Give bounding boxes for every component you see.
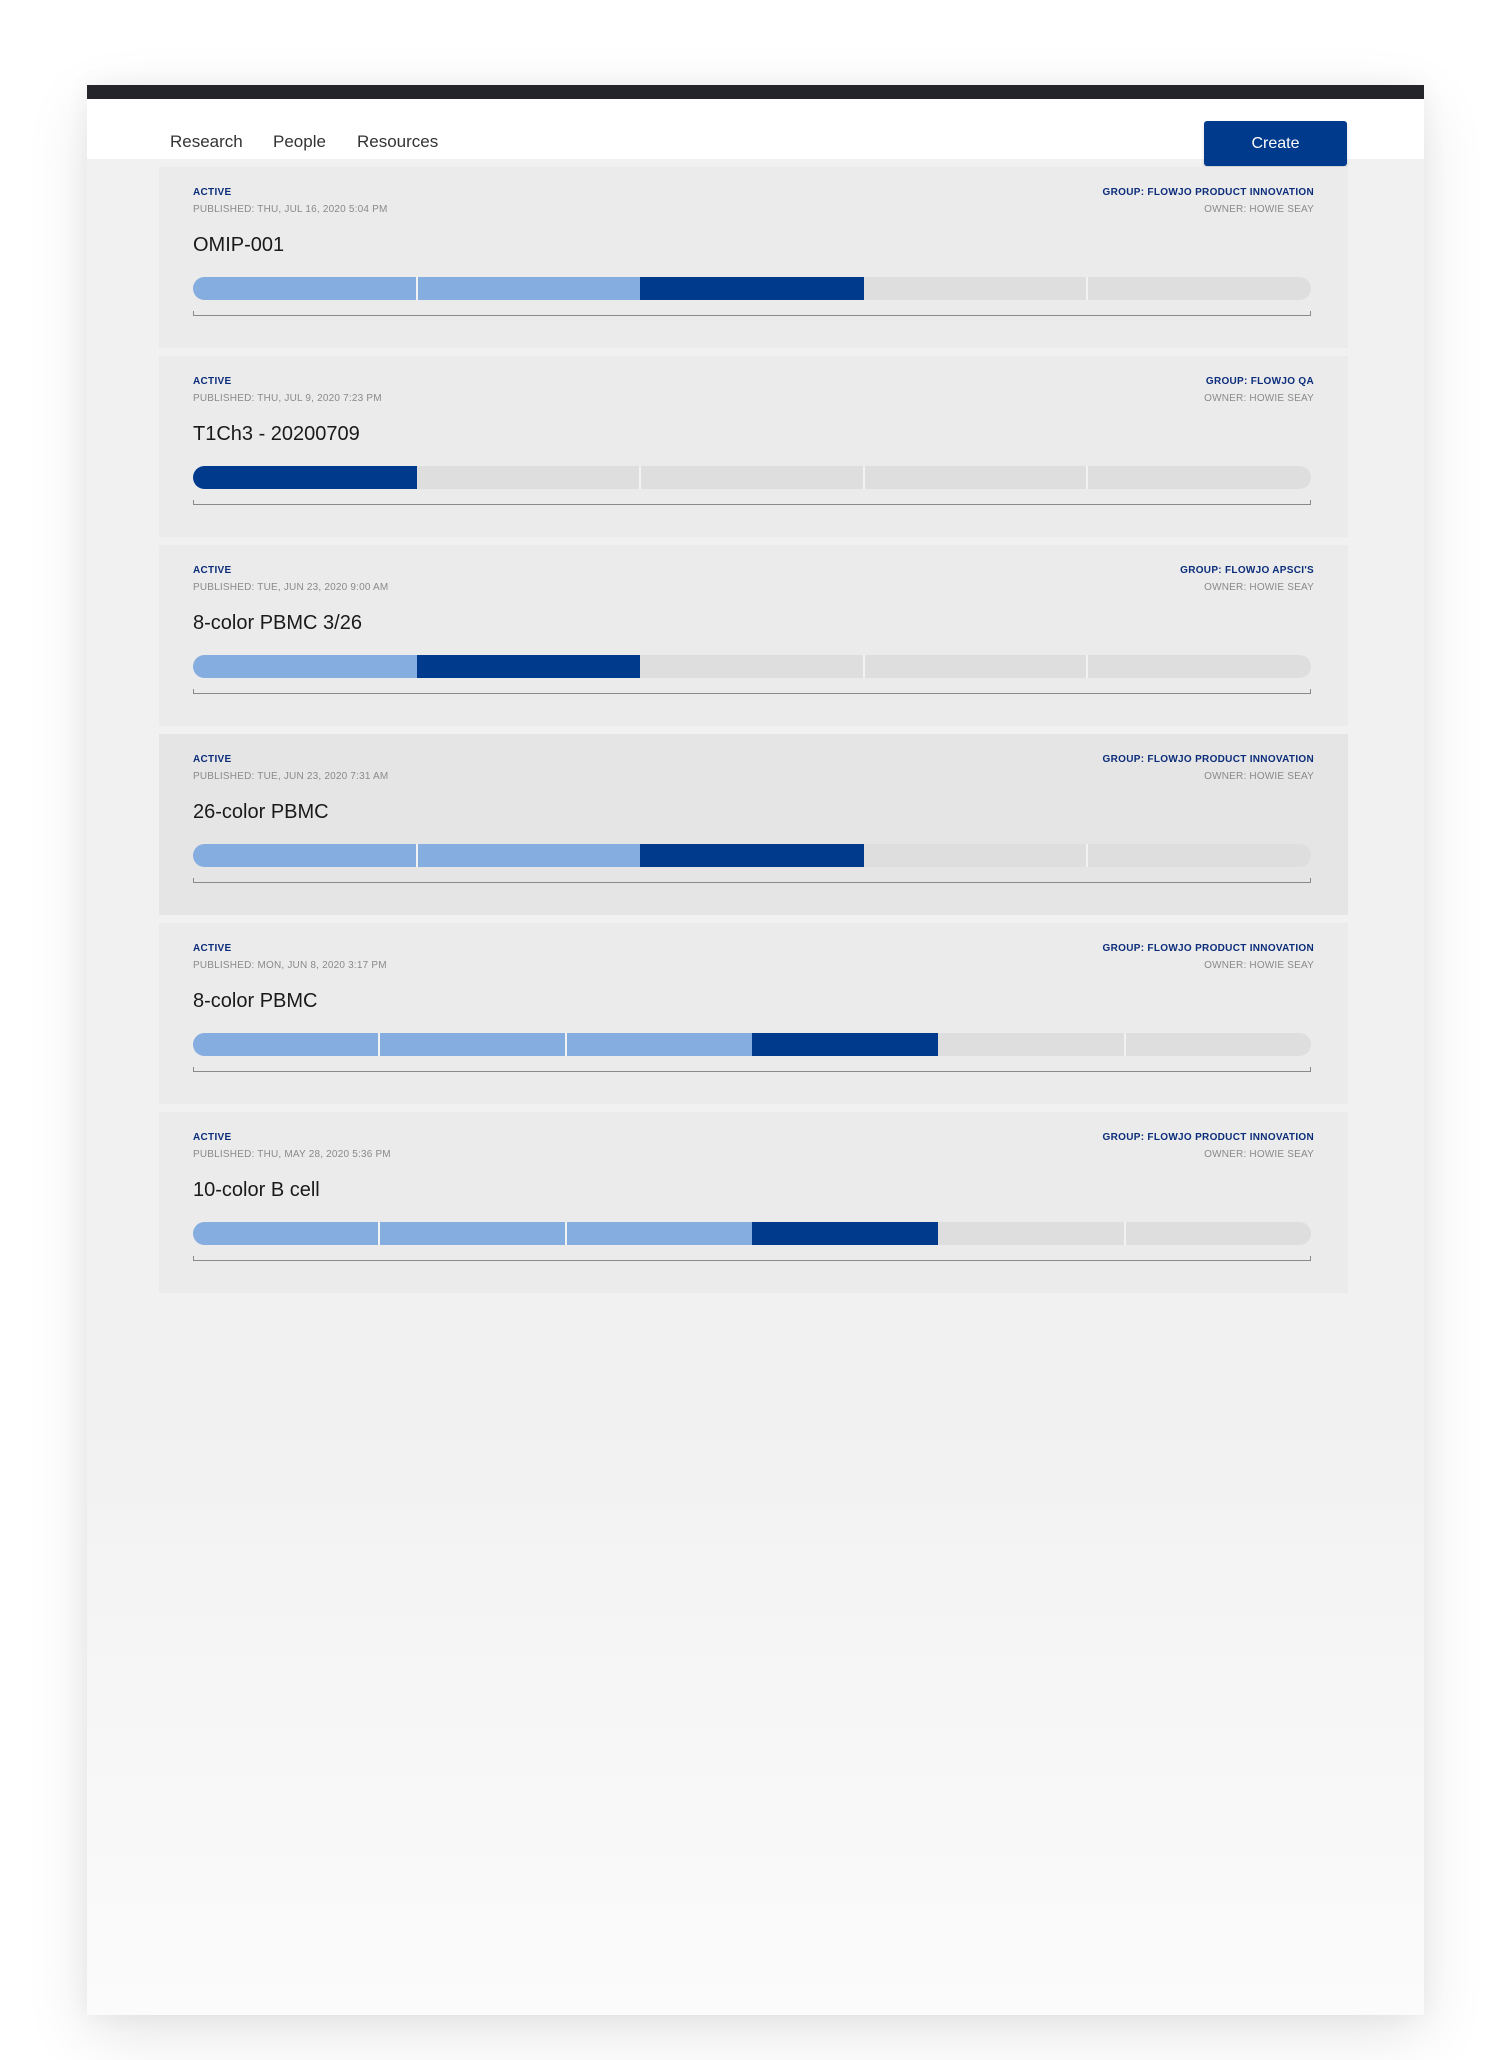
- current-step-segment: [752, 1222, 939, 1245]
- step-divider: [639, 466, 642, 489]
- progress-baseline: [193, 311, 1311, 316]
- completed-step-segment: [379, 1033, 566, 1056]
- step-divider: [1086, 844, 1089, 867]
- status-badge: ACTIVE: [193, 754, 232, 765]
- step-divider: [415, 844, 418, 867]
- completed-step-segment: [193, 1222, 380, 1245]
- published-date: PUBLISHED: THU, JUL 16, 2020 5:04 PM: [193, 204, 388, 215]
- window-top-bar: [87, 85, 1424, 99]
- step-divider: [1086, 466, 1089, 489]
- completed-step-segment: [565, 1033, 752, 1056]
- current-step-segment: [640, 844, 864, 867]
- progress-baseline: [193, 689, 1311, 694]
- experiment-title: 10-color B cell: [193, 1179, 320, 1201]
- current-step-segment: [640, 277, 864, 300]
- published-date: PUBLISHED: TUE, JUN 23, 2020 9:00 AM: [193, 582, 389, 593]
- owner-label: OWNER: HOWIE SEAY: [1204, 1149, 1314, 1160]
- progress-baseline: [193, 500, 1311, 505]
- progress-baseline: [193, 1256, 1311, 1261]
- step-divider: [378, 1033, 381, 1056]
- experiment-list: ACTIVE PUBLISHED: THU, JUL 16, 2020 5:04…: [159, 167, 1348, 1301]
- published-date: PUBLISHED: THU, MAY 28, 2020 5:36 PM: [193, 1149, 391, 1160]
- step-progress-bar: [193, 277, 1311, 300]
- experiment-card[interactable]: ACTIVE PUBLISHED: TUE, JUN 23, 2020 7:31…: [159, 734, 1348, 915]
- experiment-card[interactable]: ACTIVE PUBLISHED: THU, MAY 28, 2020 5:36…: [159, 1112, 1348, 1293]
- step-divider: [862, 655, 865, 678]
- experiment-card[interactable]: ACTIVE PUBLISHED: THU, JUL 16, 2020 5:04…: [159, 167, 1348, 348]
- published-date: PUBLISHED: TUE, JUN 23, 2020 7:31 AM: [193, 771, 389, 782]
- completed-step-segment: [379, 1222, 566, 1245]
- group-label: GROUP: FLOWJO QA: [1205, 376, 1314, 387]
- step-divider: [1086, 655, 1089, 678]
- experiment-title: T1Ch3 - 20200709: [193, 423, 360, 445]
- published-date: PUBLISHED: MON, JUN 8, 2020 3:17 PM: [193, 960, 387, 971]
- owner-label: OWNER: HOWIE SEAY: [1204, 582, 1314, 593]
- group-label: GROUP: FLOWJO PRODUCT INNOVATION: [1102, 187, 1314, 198]
- experiment-title: OMIP-001: [193, 234, 285, 256]
- current-step-segment: [752, 1033, 939, 1056]
- completed-step-segment: [193, 844, 417, 867]
- completed-step-segment: [416, 844, 641, 867]
- step-divider: [564, 1033, 567, 1056]
- step-divider: [378, 1222, 381, 1245]
- step-divider: [1123, 1222, 1126, 1245]
- nav-item-research[interactable]: Research: [170, 132, 243, 152]
- completed-step-segment: [193, 655, 417, 678]
- published-date: PUBLISHED: THU, JUL 9, 2020 7:23 PM: [193, 393, 382, 404]
- step-progress-bar: [193, 1222, 1311, 1245]
- progress-baseline: [193, 878, 1311, 883]
- completed-step-segment: [565, 1222, 752, 1245]
- group-label: GROUP: FLOWJO PRODUCT INNOVATION: [1102, 754, 1314, 765]
- owner-label: OWNER: HOWIE SEAY: [1204, 204, 1314, 215]
- experiment-card[interactable]: ACTIVE PUBLISHED: TUE, JUN 23, 2020 9:00…: [159, 545, 1348, 726]
- experiment-card[interactable]: ACTIVE PUBLISHED: THU, JUL 9, 2020 7:23 …: [159, 356, 1348, 537]
- step-divider: [415, 277, 418, 300]
- owner-label: OWNER: HOWIE SEAY: [1204, 771, 1314, 782]
- completed-step-segment: [193, 1033, 380, 1056]
- completed-step-segment: [193, 277, 417, 300]
- owner-label: OWNER: HOWIE SEAY: [1204, 393, 1314, 404]
- step-progress-bar: [193, 655, 1311, 678]
- completed-step-segment: [416, 277, 641, 300]
- group-label: GROUP: FLOWJO PRODUCT INNOVATION: [1102, 943, 1314, 954]
- current-step-segment: [193, 466, 417, 489]
- owner-label: OWNER: HOWIE SEAY: [1204, 960, 1314, 971]
- app-window: Research People Resources Create ACTIVE …: [87, 85, 1424, 2015]
- experiment-title: 8-color PBMC 3/26: [193, 612, 362, 634]
- status-badge: ACTIVE: [193, 943, 232, 954]
- step-divider: [862, 466, 865, 489]
- step-divider: [1086, 277, 1089, 300]
- step-divider: [564, 1222, 567, 1245]
- step-divider: [1123, 1033, 1126, 1056]
- nav-item-people[interactable]: People: [273, 132, 326, 152]
- step-progress-bar: [193, 1033, 1311, 1056]
- experiment-card[interactable]: ACTIVE PUBLISHED: MON, JUN 8, 2020 3:17 …: [159, 923, 1348, 1104]
- step-progress-bar: [193, 844, 1311, 867]
- experiment-title: 26-color PBMC: [193, 801, 329, 823]
- status-badge: ACTIVE: [193, 1132, 232, 1143]
- group-label: GROUP: FLOWJO PRODUCT INNOVATION: [1102, 1132, 1314, 1143]
- experiment-title: 8-color PBMC: [193, 990, 318, 1012]
- status-badge: ACTIVE: [193, 187, 232, 198]
- status-badge: ACTIVE: [193, 565, 232, 576]
- group-label: GROUP: FLOWJO APSCI'S: [1180, 565, 1314, 576]
- nav-item-resources[interactable]: Resources: [357, 132, 438, 152]
- top-navigation: Research People Resources Create: [87, 99, 1424, 166]
- step-progress-bar: [193, 466, 1311, 489]
- status-badge: ACTIVE: [193, 376, 232, 387]
- progress-baseline: [193, 1067, 1311, 1072]
- current-step-segment: [416, 655, 641, 678]
- create-button[interactable]: Create: [1204, 121, 1347, 166]
